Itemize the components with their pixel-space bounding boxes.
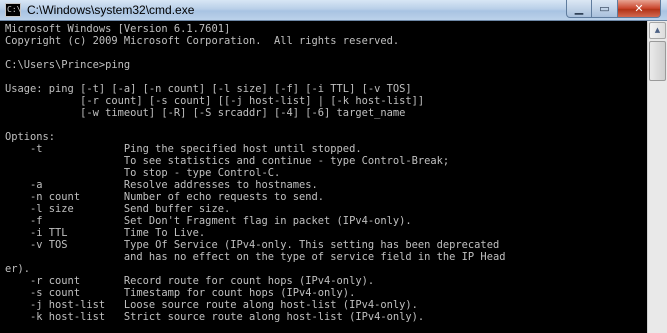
console-line: and has no effect on the type of service… <box>5 251 506 263</box>
console-line: To see statistics and continue - type Co… <box>5 155 450 167</box>
scroll-up-button[interactable]: ▲ <box>649 22 666 39</box>
console-prompt: C:\Users\Prince>ping <box>5 59 131 71</box>
console-line: [-w timeout] [-R] [-S srcaddr] [-4] [-6]… <box>5 107 406 119</box>
console-line: -k host-list Strict source route along h… <box>5 311 425 323</box>
minimize-icon: ▁ <box>574 2 584 15</box>
console-line: -i TTL Time To Live. <box>5 227 206 239</box>
console-output[interactable]: Microsoft Windows [Version 6.1.7601] Cop… <box>0 21 647 333</box>
console-line: -n count Number of echo requests to send… <box>5 191 325 203</box>
console-line: To stop - type Control-C. <box>5 167 281 179</box>
scroll-thumb[interactable] <box>649 41 666 81</box>
cmd-icon: C:\ <box>5 3 21 17</box>
minimize-button[interactable]: ▁ <box>566 0 592 18</box>
console-line: [-r count] [-s count] [[-j host-list] | … <box>5 95 425 107</box>
console-line: Copyright (c) 2009 Microsoft Corporation… <box>5 35 400 47</box>
console-line: -a Resolve addresses to hostnames. <box>5 179 318 191</box>
console-line: -l size Send buffer size. <box>5 203 231 215</box>
console-line: Microsoft Windows [Version 6.1.7601] <box>5 23 231 35</box>
console-line: -f Set Don't Fragment flag in packet (IP… <box>5 215 412 227</box>
console-line: -s count Timestamp for count hops (IPv4-… <box>5 287 356 299</box>
console-line: er). <box>5 263 31 275</box>
console-line: Usage: ping [-t] [-a] [-n count] [-l siz… <box>5 83 412 95</box>
title-bar[interactable]: C:\ C:\Windows\system32\cmd.exe ▁ ▭ ✕ <box>0 0 667 21</box>
console-line: Options: <box>5 131 56 143</box>
console-line: -j host-list Loose source route along ho… <box>5 299 418 311</box>
vertical-scrollbar[interactable]: ▲ <box>647 21 667 333</box>
window-controls: ▁ ▭ ✕ <box>566 0 661 19</box>
window-title: C:\Windows\system32\cmd.exe <box>27 3 195 17</box>
close-button[interactable]: ✕ <box>618 0 661 18</box>
console-line: -v TOS Type Of Service (IPv4-only. This … <box>5 239 500 251</box>
maximize-button[interactable]: ▭ <box>592 0 618 18</box>
console-line: -r count Record route for count hops (IP… <box>5 275 375 287</box>
console-line: -t Ping the specified host until stopped… <box>5 143 362 155</box>
chevron-up-icon: ▲ <box>654 26 661 34</box>
close-icon: ✕ <box>634 2 644 15</box>
maximize-icon: ▭ <box>599 2 610 15</box>
